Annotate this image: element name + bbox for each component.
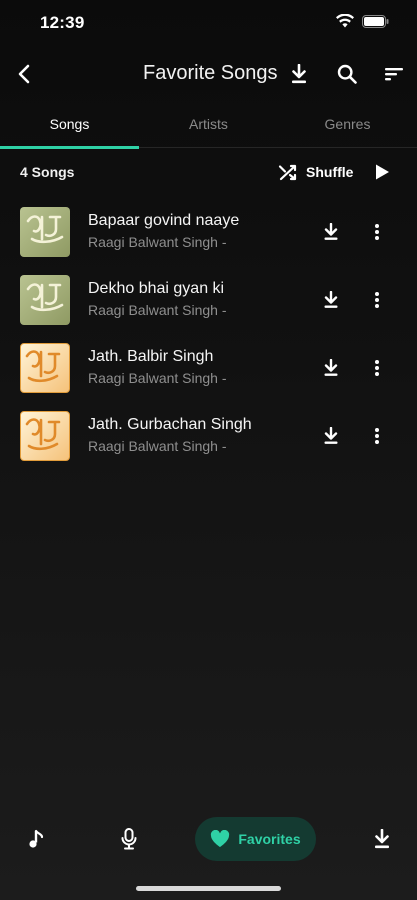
tab-songs[interactable]: Songs <box>0 106 139 149</box>
nav-favorites-label: Favorites <box>238 831 301 847</box>
nav-downloads[interactable] <box>366 817 398 861</box>
download-button[interactable] <box>318 355 344 381</box>
status-time: 12:39 <box>40 13 85 32</box>
download-icon <box>290 64 308 84</box>
bottom-navigation: Favorites <box>0 812 417 866</box>
shuffle-icon <box>278 163 298 181</box>
page-title: Favorite Songs <box>143 62 278 84</box>
song-artist: Raagi Balwant Singh - <box>88 302 227 318</box>
song-title: Bapaar govind naaye <box>88 212 240 229</box>
album-artwork <box>20 207 70 257</box>
album-artwork <box>20 411 70 461</box>
more-vertical-icon <box>374 359 380 377</box>
play-icon <box>374 163 390 181</box>
battery-icon <box>362 14 389 28</box>
tab-label: Songs <box>49 116 90 132</box>
tab-bar: Songs Artists Genres <box>0 106 417 149</box>
more-options-button[interactable] <box>364 219 390 245</box>
download-button[interactable] <box>318 287 344 313</box>
download-all-button[interactable] <box>285 60 313 88</box>
download-button[interactable] <box>318 423 344 449</box>
shuffle-button[interactable]: Shuffle <box>278 159 353 185</box>
wifi-icon <box>336 14 354 28</box>
music-note-icon <box>28 829 44 849</box>
sort-icon <box>384 66 404 82</box>
back-button[interactable] <box>10 60 38 88</box>
song-list: Bapaar govind naaye Raagi Balwant Singh … <box>0 200 417 472</box>
more-options-button[interactable] <box>364 287 390 313</box>
song-title: Dekho bhai gyan ki <box>88 280 225 297</box>
list-toolbar: 4 Songs Shuffle <box>0 156 417 188</box>
album-artwork <box>20 343 70 393</box>
song-title: Jath. Gurbachan Singh <box>88 416 252 433</box>
status-bar: 12:39 <box>0 0 417 46</box>
shuffle-label: Shuffle <box>306 164 354 180</box>
tab-label: Genres <box>324 116 371 132</box>
more-options-button[interactable] <box>364 355 390 381</box>
song-row[interactable]: Jath. Balbir Singh Raagi Balwant Singh - <box>0 336 417 404</box>
tab-label: Artists <box>189 116 228 132</box>
more-vertical-icon <box>374 291 380 309</box>
song-title: Jath. Balbir Singh <box>88 348 214 365</box>
more-vertical-icon <box>374 427 380 445</box>
search-icon <box>337 64 357 84</box>
song-artist: Raagi Balwant Singh - <box>88 438 227 454</box>
search-button[interactable] <box>333 60 361 88</box>
more-options-button[interactable] <box>364 423 390 449</box>
download-icon <box>373 829 391 849</box>
sort-button[interactable] <box>380 60 408 88</box>
download-button[interactable] <box>318 219 344 245</box>
download-icon <box>323 291 339 309</box>
more-vertical-icon <box>374 223 380 241</box>
song-artist: Raagi Balwant Singh - <box>88 370 227 386</box>
tab-genres[interactable]: Genres <box>278 106 417 148</box>
active-tab-indicator <box>0 146 139 149</box>
song-count: 4 Songs <box>20 164 75 180</box>
nav-favorites[interactable]: Favorites <box>195 817 316 861</box>
song-row[interactable]: Dekho bhai gyan ki Raagi Balwant Singh - <box>0 268 417 336</box>
song-artist: Raagi Balwant Singh - <box>88 234 227 250</box>
download-icon <box>323 359 339 377</box>
tab-artists[interactable]: Artists <box>139 106 278 148</box>
nav-artists[interactable] <box>113 817 145 861</box>
back-arrow-icon <box>17 64 31 84</box>
song-row[interactable]: Jath. Gurbachan Singh Raagi Balwant Sing… <box>0 404 417 472</box>
play-all-button[interactable] <box>369 159 395 185</box>
app-header: Favorite Songs <box>0 52 417 96</box>
album-artwork <box>20 275 70 325</box>
download-icon <box>323 223 339 241</box>
song-row[interactable]: Bapaar govind naaye Raagi Balwant Singh … <box>0 200 417 268</box>
home-indicator[interactable] <box>136 886 281 891</box>
download-icon <box>323 427 339 445</box>
nav-songs[interactable] <box>20 817 52 861</box>
microphone-icon <box>120 828 138 850</box>
heart-icon <box>210 830 230 848</box>
status-icons <box>336 14 389 28</box>
